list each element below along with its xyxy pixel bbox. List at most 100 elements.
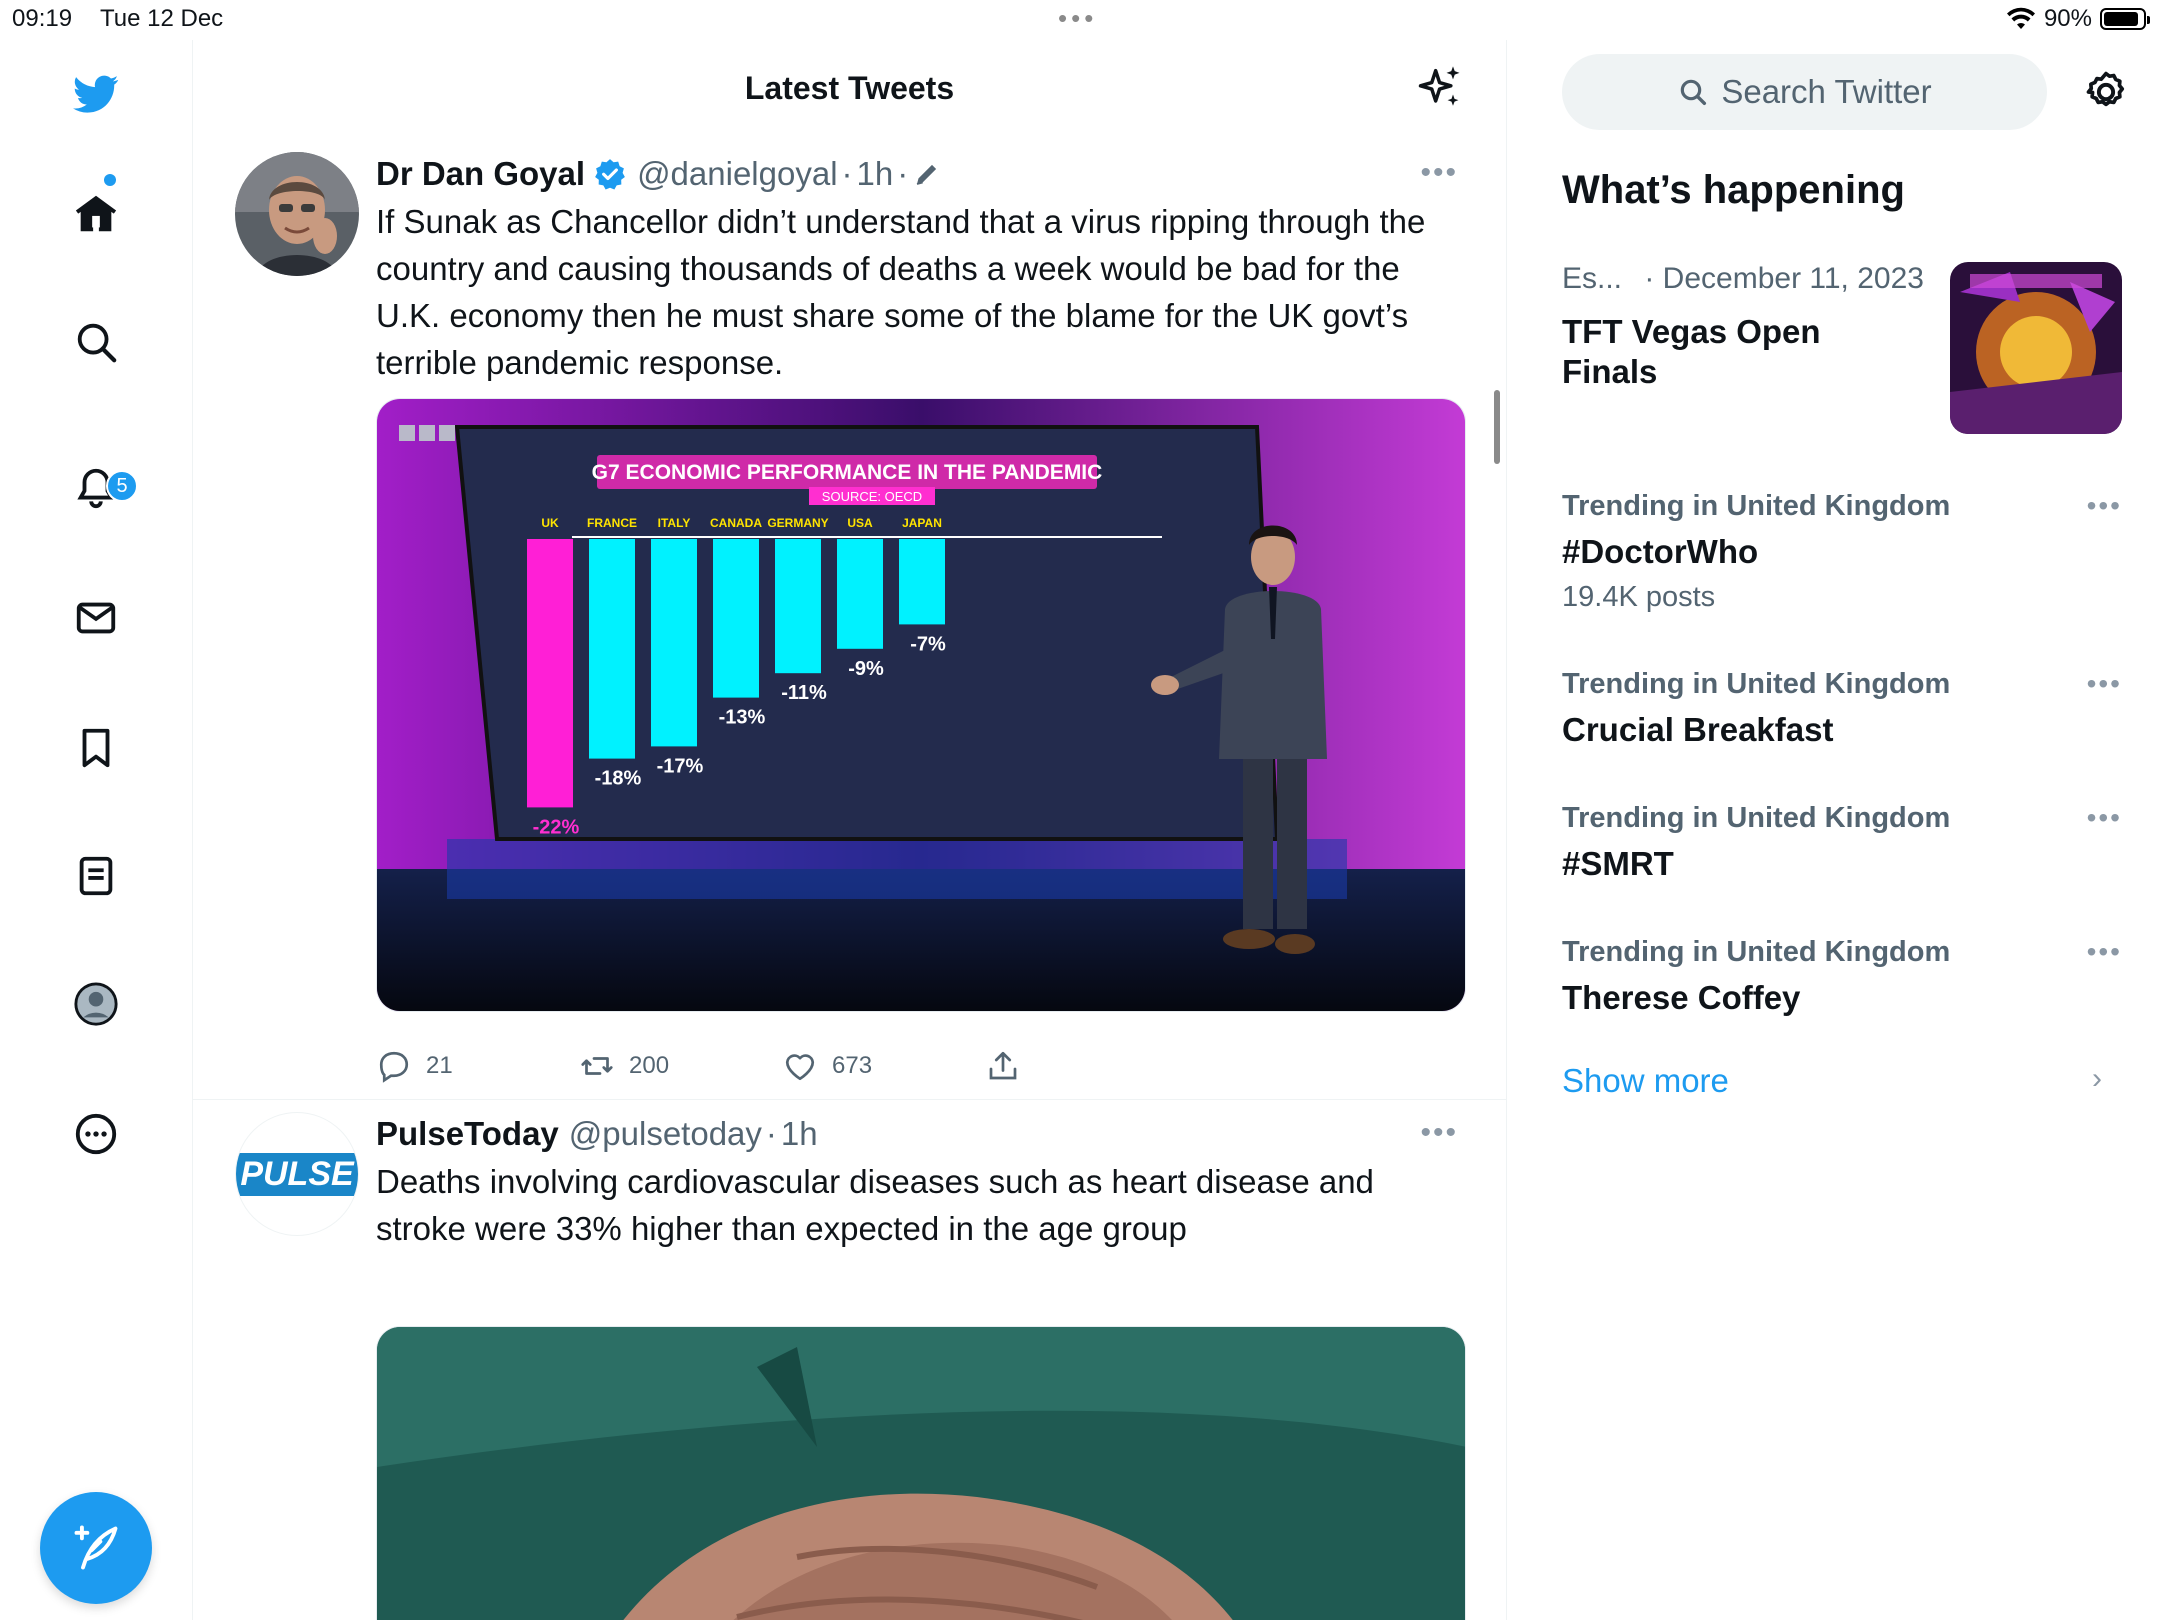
home-unread-dot: [104, 174, 116, 186]
more-options-icon[interactable]: •••: [1420, 156, 1458, 190]
verified-badge-icon: [595, 159, 625, 190]
whats-happening-heading: What’s happening: [1562, 168, 1905, 212]
reply-button[interactable]: 21: [376, 1048, 579, 1084]
home-icon[interactable]: [66, 184, 126, 244]
chart-category-label: FRANCE: [587, 516, 637, 530]
trend-name: Crucial Breakfast: [1562, 711, 1834, 748]
more-icon[interactable]: [66, 1104, 126, 1164]
search-icon[interactable]: [66, 312, 126, 372]
heart-icon: [785, 1054, 815, 1081]
chart-value-label: -9%: [848, 658, 884, 680]
event-date: · December 11, 2023: [1644, 262, 1924, 295]
chart-value-label: -18%: [595, 768, 642, 790]
trend-item[interactable]: Trending in United Kingdom #DoctorWho 19…: [1562, 490, 2122, 614]
chart-category-label: JAPAN: [902, 516, 942, 530]
chart-category-label: USA: [847, 516, 873, 530]
chart-bar: [899, 539, 945, 625]
tweet-actions: 21 200 673: [376, 1048, 1188, 1084]
trend-name: #DoctorWho: [1562, 533, 1759, 570]
chevron-right-icon[interactable]: ›: [2092, 1062, 2102, 1096]
chart-value-label: -17%: [657, 755, 704, 777]
retweet-button[interactable]: 200: [579, 1048, 782, 1084]
timeline-header: Latest Tweets: [193, 40, 1506, 140]
tweet-text: If Sunak as Chancellor didn’t understand…: [376, 203, 1426, 381]
chart-value-label: -11%: [781, 682, 827, 704]
tweet-media[interactable]: [376, 1326, 1466, 1620]
author-handle[interactable]: @danielgoyal: [637, 155, 837, 193]
tweet[interactable]: PULSE PulseToday @pulsetoday · 1h ••• De…: [193, 1100, 1506, 1620]
mail-icon[interactable]: [66, 588, 126, 648]
status-time: 09:19: [12, 5, 73, 32]
chart-value-label: -7%: [910, 633, 946, 655]
chart-value-label: -22%: [533, 816, 580, 838]
compose-button[interactable]: [40, 1492, 152, 1604]
author-handle[interactable]: @pulsetoday: [569, 1115, 762, 1153]
avatar-icon[interactable]: [66, 974, 126, 1034]
tweet[interactable]: Dr Dan Goyal @danielgoyal · 1h · ••• If …: [193, 140, 1506, 1100]
chart-bar: [651, 539, 697, 747]
share-icon: [989, 1051, 1017, 1080]
search-icon: [1681, 79, 1707, 106]
chart-bar: [713, 539, 759, 698]
search-placeholder: Search Twitter: [1721, 73, 1932, 110]
compose-icon: [74, 1525, 118, 1570]
trend-context: Trending in United Kingdom: [1562, 802, 1951, 834]
pulse-logo: PULSE: [236, 1152, 358, 1196]
chart-category-label: GERMANY: [767, 516, 828, 530]
tweet-timestamp[interactable]: 1h: [857, 155, 894, 193]
gear-icon[interactable]: [2080, 66, 2132, 118]
separator-dot: ·: [841, 155, 853, 192]
multitasking-dots-icon[interactable]: •••: [1058, 5, 1097, 31]
trend-name: Therese Coffey: [1562, 979, 1801, 1016]
avatar[interactable]: [235, 152, 359, 276]
tweet-timestamp[interactable]: 1h: [781, 1115, 818, 1153]
timeline[interactable]: Latest Tweets Dr Dan Goyal @danielgoyal: [193, 40, 1507, 1620]
event-image: [1950, 262, 2122, 434]
chart-bar: [775, 539, 821, 674]
bookmark-icon[interactable]: [66, 718, 126, 778]
tweet-media[interactable]: G7 ECONOMIC PERFORMANCE IN THE PANDEMIC …: [376, 398, 1466, 1012]
edit-icon: [917, 164, 937, 185]
chart-category-label: ITALY: [658, 516, 691, 530]
more-options-icon[interactable]: •••: [2087, 668, 2122, 700]
notifications-badge: 5: [106, 470, 138, 502]
chart-category-label: UK: [541, 516, 559, 530]
trend-item[interactable]: Trending in United Kingdom Crucial Break…: [1562, 668, 2122, 749]
wifi-icon: [2006, 7, 2035, 29]
share-button[interactable]: [985, 1048, 1188, 1084]
right-sidebar: Search Twitter What’s happening Es... · …: [1508, 40, 2160, 1620]
separator-dot: ·: [765, 1115, 777, 1152]
sparkle-icon[interactable]: [1414, 62, 1466, 114]
page-title: Latest Tweets: [744, 70, 955, 106]
twitter-logo-icon[interactable]: [66, 64, 126, 124]
event-category: Es...: [1562, 262, 1623, 295]
list-icon[interactable]: [66, 846, 126, 906]
chart-bar: [837, 539, 883, 649]
more-options-icon[interactable]: •••: [2087, 490, 2122, 522]
trend-item[interactable]: Trending in United Kingdom Therese Coffe…: [1562, 936, 2122, 1017]
chart-bar: [589, 539, 635, 759]
trending-event[interactable]: Es... · December 11, 2023 TFT Vegas Open…: [1562, 262, 2122, 434]
avatar[interactable]: PULSE: [235, 1112, 359, 1236]
like-count: 673: [832, 1052, 873, 1079]
trend-context: Trending in United Kingdom: [1562, 936, 1951, 968]
like-button[interactable]: 673: [782, 1048, 985, 1084]
trend-count: 19.4K posts: [1562, 581, 1716, 613]
author-name[interactable]: Dr Dan Goyal: [376, 155, 585, 193]
battery-icon: [2100, 8, 2150, 30]
event-title: TFT Vegas Open Finals: [1562, 313, 1821, 390]
reply-count: 21: [426, 1052, 453, 1079]
trend-context: Trending in United Kingdom: [1562, 668, 1951, 700]
more-options-icon[interactable]: •••: [2087, 802, 2122, 834]
author-name[interactable]: PulseToday: [376, 1115, 559, 1153]
trend-item[interactable]: Trending in United Kingdom #SMRT •••: [1562, 802, 2122, 883]
status-date: Tue 12 Dec: [100, 5, 224, 32]
left-navigation: 5: [0, 40, 193, 1620]
tweet-text: Deaths involving cardiovascular diseases…: [376, 1163, 1374, 1247]
search-input[interactable]: Search Twitter: [1562, 54, 2047, 130]
show-more-link[interactable]: Show more: [1562, 1062, 1729, 1100]
chart-category-label: CANADA: [710, 516, 762, 530]
more-options-icon[interactable]: •••: [2087, 936, 2122, 968]
chart-value-label: -13%: [719, 707, 766, 729]
more-options-icon[interactable]: •••: [1420, 1116, 1458, 1150]
